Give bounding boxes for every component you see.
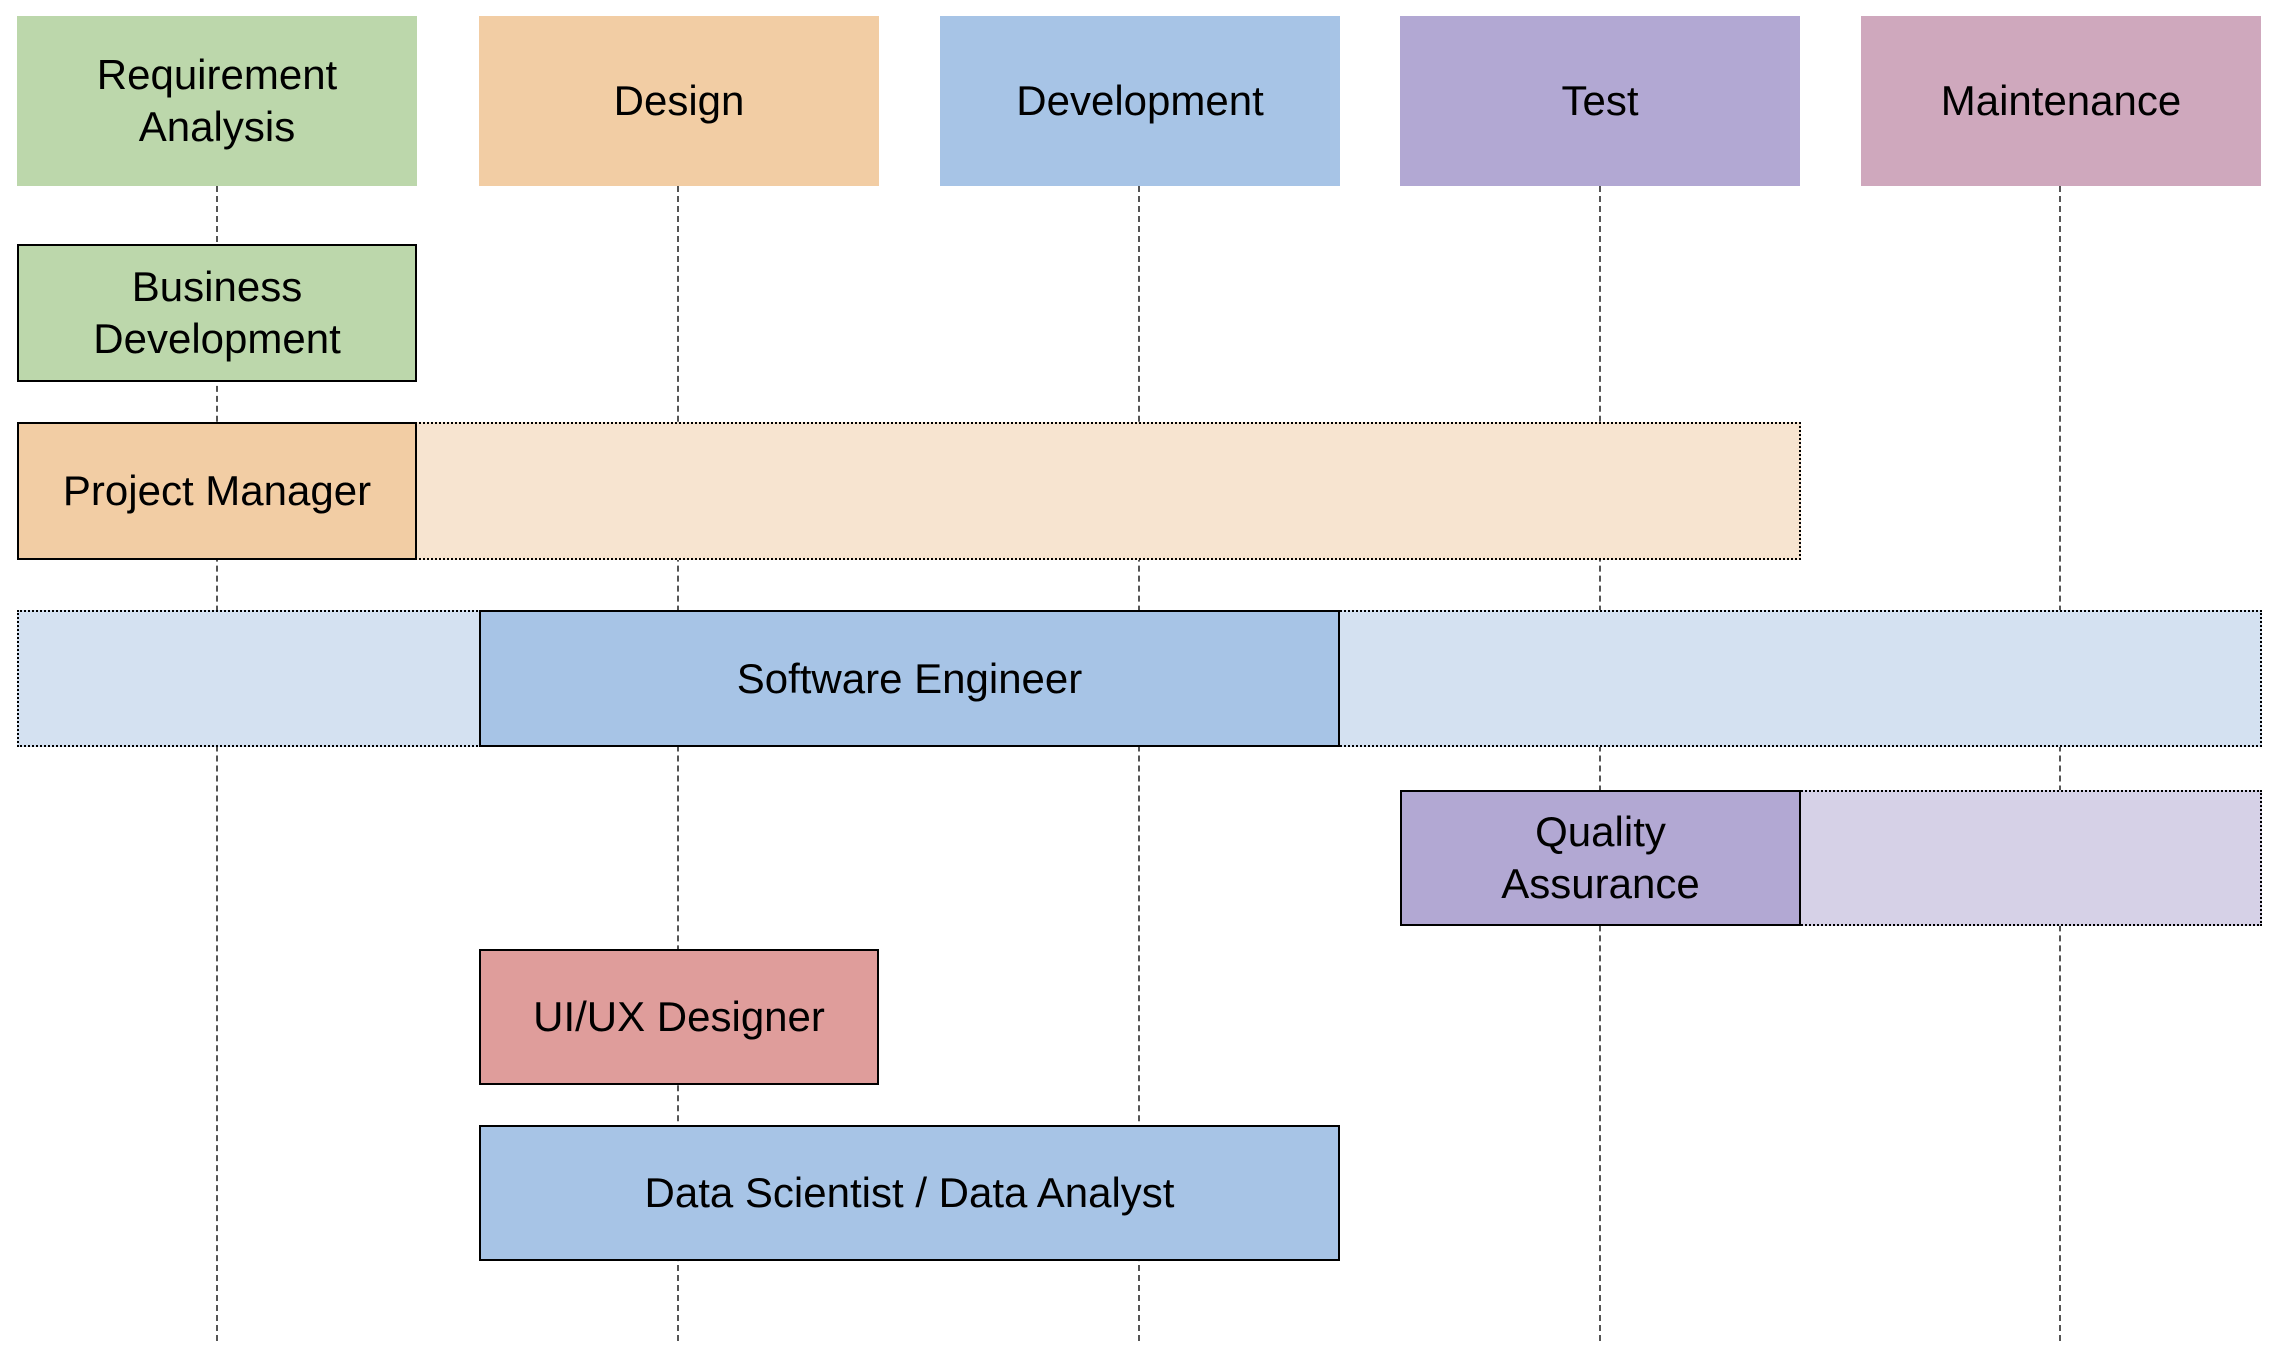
lane-line-maintenance xyxy=(2059,186,2061,1341)
role-label: Software Engineer xyxy=(736,654,1083,702)
phase-label: Requirement Analysis xyxy=(96,51,338,150)
role-project-manager: Project Manager xyxy=(17,422,417,560)
phase-header-test: Test xyxy=(1400,16,1800,186)
phase-label: Design xyxy=(613,77,745,124)
role-quality-assurance: Quality Assurance xyxy=(1400,790,1801,926)
phase-header-maintenance: Maintenance xyxy=(1861,16,2261,186)
role-label: Project Manager xyxy=(62,467,372,514)
role-label: Data Scientist / Data Analyst xyxy=(644,1169,1175,1216)
role-label: Quality Assurance xyxy=(1501,808,1700,907)
role-business-development: Business Development xyxy=(17,244,417,382)
phase-label: Development xyxy=(1016,77,1264,124)
phase-header-development: Development xyxy=(940,16,1340,186)
lane-line-test xyxy=(1599,186,1601,1341)
phase-header-design: Design xyxy=(479,16,879,186)
role-ui-ux-designer: UI/UX Designer xyxy=(479,949,879,1085)
role-quality-assurance-extension xyxy=(1798,790,2262,926)
role-label: Business Development xyxy=(93,263,341,362)
role-software-engineer: Software Engineer xyxy=(479,610,1340,747)
role-project-manager-extension xyxy=(415,422,1801,560)
role-data-scientist-analyst: Data Scientist / Data Analyst xyxy=(479,1125,1340,1261)
phase-header-requirement-analysis: Requirement Analysis xyxy=(17,16,417,186)
role-label: UI/UX Designer xyxy=(533,993,825,1040)
phase-label: Test xyxy=(1561,77,1639,124)
phase-label: Maintenance xyxy=(1940,77,2182,124)
